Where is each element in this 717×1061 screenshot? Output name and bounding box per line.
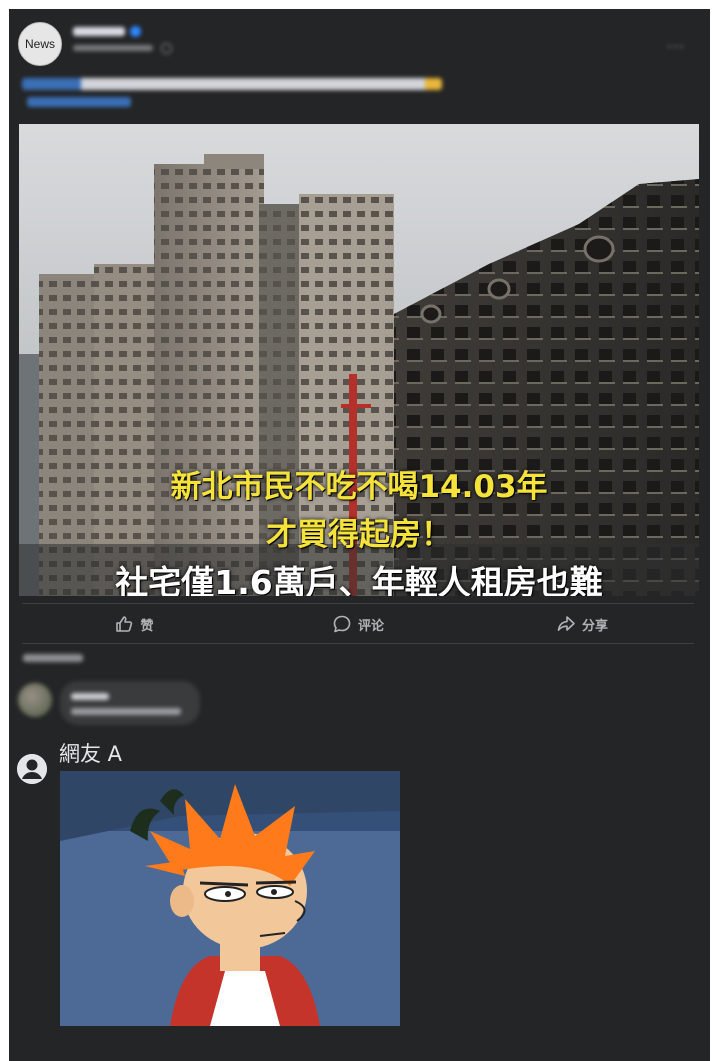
- comment-button[interactable]: 评论: [246, 609, 470, 639]
- post-card: News ··· 新北市民不吃不喝14.03年 才買得起房！ 社宅僅1.6萬戶、…: [9, 9, 710, 1061]
- squinting-cartoon-meme: [60, 771, 400, 1026]
- globe-icon: [161, 43, 172, 54]
- share-label: 分享: [581, 618, 608, 634]
- share-arrow-icon: [557, 616, 575, 631]
- comment-bubble-redacted: [60, 681, 200, 725]
- post-timestamp-redacted[interactable]: [73, 45, 153, 51]
- post-image[interactable]: 新北市民不吃不喝14.03年 才買得起房！ 社宅僅1.6萬戶、年輕人租房也難: [19, 124, 699, 596]
- reply-meme-image[interactable]: [60, 771, 400, 1026]
- user-silhouette-icon: [17, 754, 47, 784]
- image-caption-line2: 才買得起房！: [266, 517, 452, 553]
- divider: [22, 603, 694, 604]
- reply-author-name[interactable]: 網友 A: [59, 738, 122, 768]
- share-button[interactable]: 分享: [470, 609, 694, 639]
- post-header: News ···: [9, 9, 710, 119]
- page-avatar[interactable]: News: [18, 22, 62, 66]
- like-button[interactable]: 赞: [22, 609, 246, 639]
- image-caption-line1: 新北市民不吃不喝14.03年: [170, 469, 548, 505]
- comment-sort-redacted[interactable]: [23, 654, 83, 662]
- like-label: 赞: [140, 618, 154, 634]
- thumbs-up-icon: [116, 616, 133, 632]
- commenter-name-redacted[interactable]: [71, 693, 109, 700]
- comment-bubble-icon: [333, 615, 351, 633]
- post-link-redacted[interactable]: [27, 97, 131, 107]
- divider: [22, 643, 694, 644]
- comment-label: 评论: [357, 618, 384, 634]
- post-text-redacted: [22, 78, 442, 90]
- more-options-icon[interactable]: ···: [667, 37, 689, 56]
- reply-author-avatar[interactable]: [17, 754, 47, 784]
- commenter-avatar[interactable]: [18, 683, 52, 717]
- image-caption-line3: 社宅僅1.6萬戶、年輕人租房也難: [115, 563, 603, 596]
- page-name-redacted[interactable]: [73, 27, 125, 36]
- comment-text-redacted: [71, 708, 181, 715]
- post-actions-bar: 赞 评论 分享: [22, 609, 694, 639]
- verified-badge-icon: [130, 26, 141, 37]
